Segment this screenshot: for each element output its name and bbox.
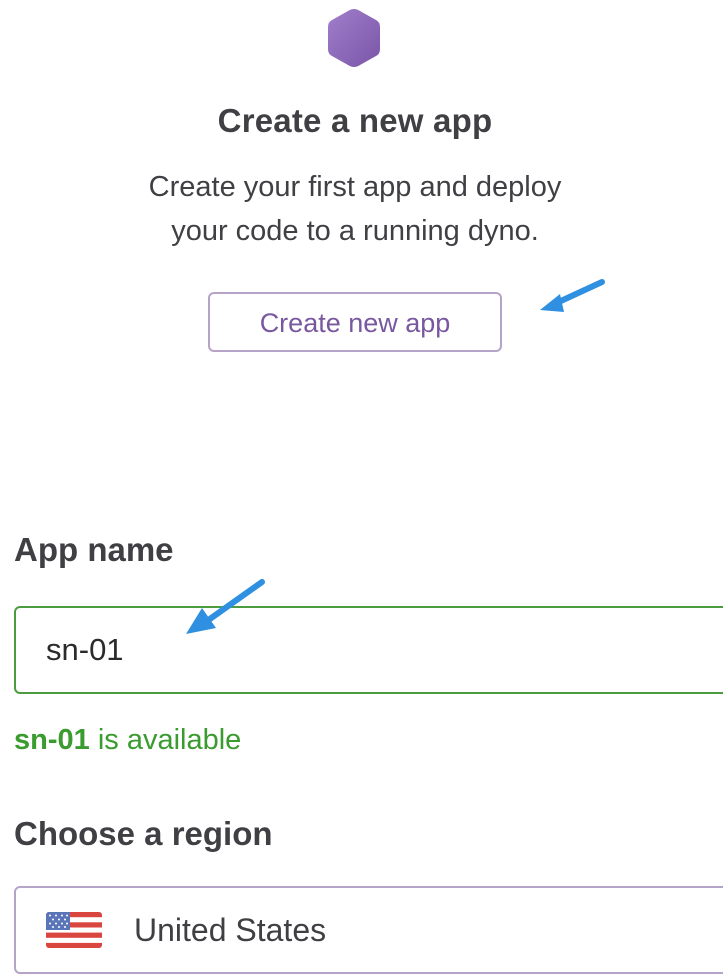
create-new-app-button[interactable]: Create new app [208,292,502,352]
availability-app-name: sn-01 [14,724,90,756]
region-select[interactable]: United States [14,886,723,974]
region-selected-value: United States [134,911,327,948]
hero-description-line: your code to a running dyno. [171,215,539,247]
availability-text: is available [89,724,242,756]
create-app-page: Create a new app Create your first app a… [0,0,723,978]
us-flag-icon [46,912,102,948]
app-name-label: App name [14,531,174,568]
annotation-arrow-icon [186,579,265,634]
hero-description-line: Create your first app and deploy [148,171,562,203]
hero-description: Create your first app and deploy your co… [0,165,710,253]
region-label: Choose a region [14,815,273,852]
app-name-input[interactable] [14,606,723,694]
hexagon-logo-icon [328,9,380,67]
availability-status: sn-01 is available [14,724,241,757]
page-title: Create a new app [217,102,493,139]
annotation-arrow-icon [540,279,605,312]
